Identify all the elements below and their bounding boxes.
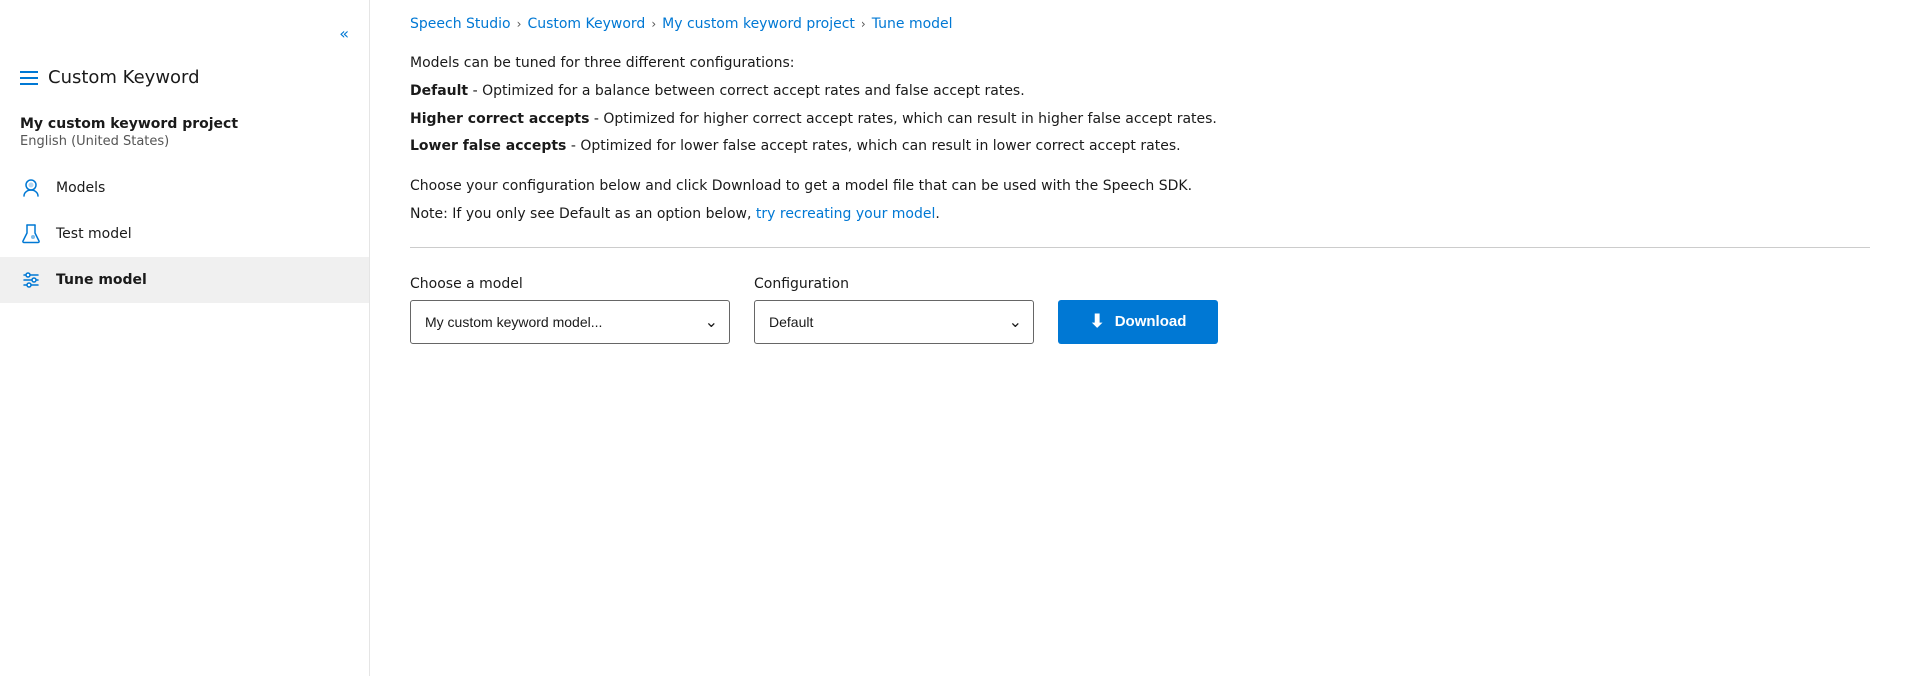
breadcrumb: Speech Studio › Custom Keyword › My cust… <box>370 0 1910 44</box>
breadcrumb-sep-1: › <box>517 17 522 31</box>
models-icon <box>20 177 42 199</box>
main-content: Speech Studio › Custom Keyword › My cust… <box>370 0 1910 676</box>
models-label: Models <box>56 180 105 196</box>
intro-text: Models can be tuned for three different … <box>410 52 1870 76</box>
breadcrumb-sep-3: › <box>861 17 866 31</box>
download-label: Download <box>1115 313 1187 330</box>
collapse-sidebar-button[interactable]: « <box>335 20 353 47</box>
sidebar-title: Custom Keyword <box>48 67 200 88</box>
config-higher-line: Higher correct accepts - Optimized for h… <box>410 108 1870 132</box>
download-button[interactable]: ⬇ Download <box>1058 300 1218 344</box>
config-default-desc: - Optimized for a balance between correc… <box>468 83 1025 99</box>
test-model-label: Test model <box>56 226 132 242</box>
hamburger-icon[interactable] <box>20 71 38 85</box>
download-arrow-icon: ⬇ <box>1090 311 1105 332</box>
sidebar: « Custom Keyword My custom keyword proje… <box>0 0 370 676</box>
breadcrumb-speech-studio[interactable]: Speech Studio <box>410 16 511 32</box>
config-lower-desc: - Optimized for lower false accept rates… <box>566 138 1180 154</box>
config-label: Configuration <box>754 276 1034 292</box>
config-default-line: Default - Optimized for a balance betwee… <box>410 80 1870 104</box>
tune-icon <box>20 269 42 291</box>
config-higher-name: Higher correct accepts <box>410 111 589 127</box>
model-label: Choose a model <box>410 276 730 292</box>
sdk-info-text: Choose your configuration below and clic… <box>410 175 1870 199</box>
breadcrumb-sep-2: › <box>651 17 656 31</box>
config-higher-desc: - Optimized for higher correct accept ra… <box>589 111 1216 127</box>
config-select-wrapper: Default Higher correct accepts Lower fal… <box>754 300 1034 344</box>
config-lower-line: Lower false accepts - Optimized for lowe… <box>410 135 1870 159</box>
test-icon <box>20 223 42 245</box>
breadcrumb-project[interactable]: My custom keyword project <box>662 16 855 32</box>
sidebar-nav: Models Test model <box>0 165 369 303</box>
sidebar-item-tune-model[interactable]: Tune model <box>0 257 369 303</box>
tune-model-label: Tune model <box>56 272 147 288</box>
project-language: English (United States) <box>20 134 349 149</box>
section-divider <box>410 247 1870 248</box>
config-lower-name: Lower false accepts <box>410 138 566 154</box>
sidebar-item-models[interactable]: Models <box>0 165 369 211</box>
model-select[interactable]: My custom keyword model... <box>410 300 730 344</box>
breadcrumb-custom-keyword[interactable]: Custom Keyword <box>527 16 645 32</box>
model-control-group: Choose a model My custom keyword model..… <box>410 276 730 344</box>
breadcrumb-tune-model[interactable]: Tune model <box>872 16 953 32</box>
config-default-name: Default <box>410 83 468 99</box>
config-select[interactable]: Default Higher correct accepts Lower fal… <box>754 300 1034 344</box>
project-section: My custom keyword project English (Unite… <box>0 100 369 157</box>
sidebar-collapse-section: « <box>0 12 369 55</box>
description-block: Models can be tuned for three different … <box>410 52 1870 227</box>
config-control-group: Configuration Default Higher correct acc… <box>754 276 1034 344</box>
project-name: My custom keyword project <box>20 116 349 132</box>
controls-section: Choose a model My custom keyword model..… <box>410 276 1870 344</box>
recreate-link[interactable]: try recreating your model <box>756 206 936 222</box>
content-area: Models can be tuned for three different … <box>370 44 1910 676</box>
sidebar-item-test-model[interactable]: Test model <box>0 211 369 257</box>
note-text: Note: If you only see Default as an opti… <box>410 203 1870 227</box>
sidebar-header: Custom Keyword <box>0 55 369 100</box>
model-select-wrapper: My custom keyword model... ⌄ <box>410 300 730 344</box>
